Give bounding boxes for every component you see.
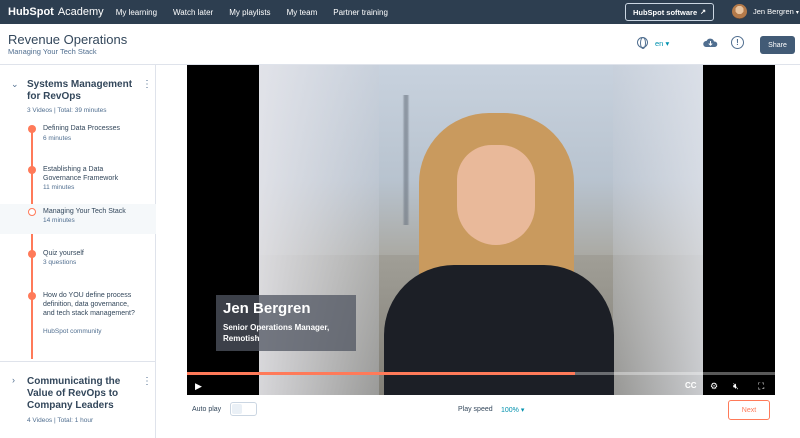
lesson-meta: 14 minutes <box>43 217 75 224</box>
hubspot-software-button[interactable]: HubSpot software ↗ <box>625 3 714 21</box>
lesson-item[interactable]: Establishing a Data Governance Framework… <box>0 161 156 201</box>
lesson-item[interactable]: Quiz yourself 3 questions <box>0 245 156 275</box>
chevron-right-icon[interactable]: › <box>12 375 15 385</box>
hubspot-academy-logo[interactable]: HubSpot Academy <box>8 6 104 18</box>
lesson-meta: 6 minutes <box>43 135 72 142</box>
chevron-down-icon: ▾ <box>520 407 525 414</box>
play-speed-value: 100% <box>501 407 519 414</box>
user-name: Jen Bergren <box>753 7 794 16</box>
logo-brand: HubSpot <box>8 6 54 18</box>
player-footer: Auto play Play speed 100% ▾ Next <box>187 398 775 422</box>
settings-hd-icon[interactable]: ⚙ <box>710 381 718 392</box>
section-meta: 4 Videos | Total: 1 hour <box>27 417 94 424</box>
completed-dot-icon <box>28 125 36 133</box>
nav-item-my-learning[interactable]: My learning <box>116 8 157 17</box>
chevron-down-icon[interactable]: ⌄ <box>11 79 19 90</box>
section-title[interactable]: Communicating the Value of RevOps to Com… <box>27 376 139 412</box>
lesson-item[interactable]: Defining Data Processes 6 minutes <box>0 120 156 154</box>
nav-item-partner-training[interactable]: Partner training <box>333 8 388 17</box>
lesson-title: Quiz yourself <box>43 250 84 257</box>
info-icon[interactable]: ! <box>731 36 744 49</box>
section-meta: 3 Videos | Total: 39 minutes <box>27 107 107 114</box>
lesson-title: Defining Data Processes <box>43 125 121 132</box>
closed-captions-icon[interactable]: CC <box>685 381 697 390</box>
lower-third-role: Senior Operations Manager, Remotish <box>223 323 330 343</box>
presenter-face <box>457 145 535 245</box>
course-sidebar: ⌄ Systems Management for RevOps ⋮ 3 Vide… <box>0 65 156 438</box>
course-header: Revenue Operations Managing Your Tech St… <box>0 24 800 65</box>
lower-third-name: Jen Bergren <box>223 300 311 317</box>
user-menu[interactable]: Jen Bergren ▾ <box>753 7 799 16</box>
lesson-title: Managing Your Tech Stack <box>43 208 126 215</box>
lesson-meta: HubSpot community <box>43 328 102 335</box>
play-icon[interactable]: ▶ <box>195 381 202 392</box>
top-nav: HubSpot Academy My learning Watch later … <box>0 0 800 24</box>
language-selector[interactable]: en ▾ <box>655 39 669 48</box>
globe-icon[interactable] <box>637 37 648 49</box>
lesson-title: How do YOU define process definition, da… <box>43 292 135 317</box>
presenter-body <box>384 265 614 395</box>
cloud-download-icon[interactable] <box>703 38 718 48</box>
section-title[interactable]: Systems Management for RevOps <box>27 79 139 103</box>
nav-item-my-playlists[interactable]: My playlists <box>229 8 270 17</box>
lesson-meta: 3 questions <box>43 259 77 266</box>
share-button[interactable]: Share <box>760 36 795 54</box>
logo-suffix: Academy <box>57 6 104 18</box>
lesson-meta: 11 minutes <box>43 184 75 191</box>
lesson-item-active[interactable]: Managing Your Tech Stack 14 minutes <box>0 204 156 234</box>
page-subtitle: Managing Your Tech Stack <box>8 47 97 56</box>
play-speed-select[interactable]: 100% ▾ <box>501 406 524 414</box>
mute-icon[interactable]: 🔇︎ <box>733 381 739 392</box>
lower-third: Jen Bergren Senior Operations Manager, R… <box>216 295 356 351</box>
video-player[interactable]: Jen Bergren Senior Operations Manager, R… <box>187 65 775 395</box>
chevron-down-icon: ▾ <box>795 10 799 16</box>
completed-dot-icon <box>28 250 36 258</box>
video-background-tower <box>394 95 418 225</box>
kebab-menu-icon[interactable]: ⋮ <box>142 80 152 90</box>
current-dot-icon <box>28 208 36 216</box>
lesson-title: Establishing a Data Governance Framework <box>43 166 119 182</box>
video-curtain <box>613 65 703 395</box>
nav-item-watch-later[interactable]: Watch later <box>173 8 213 17</box>
play-speed-label: Play speed <box>458 406 493 413</box>
nav-item-my-team[interactable]: My team <box>287 8 318 17</box>
autoplay-toggle[interactable] <box>230 402 257 416</box>
page-title: Revenue Operations <box>8 32 128 47</box>
video-progress-fill <box>187 372 576 375</box>
hubspot-software-label: HubSpot software <box>632 7 698 17</box>
language-value: en <box>655 39 664 48</box>
chevron-down-icon: ▾ <box>665 39 670 48</box>
fullscreen-icon[interactable]: ⛶ <box>758 381 764 392</box>
completed-dot-icon <box>28 166 36 174</box>
avatar[interactable] <box>732 4 747 19</box>
kebab-menu-icon[interactable]: ⋮ <box>142 377 152 387</box>
external-link-icon: ↗ <box>700 9 707 16</box>
video-progress-bar[interactable] <box>187 372 775 375</box>
completed-dot-icon <box>28 292 36 300</box>
section-divider <box>0 361 156 362</box>
next-button[interactable]: Next <box>728 400 770 420</box>
autoplay-label: Auto play <box>192 406 222 413</box>
lesson-item[interactable]: How do YOU define process definition, da… <box>0 287 156 347</box>
nav-items: My learning Watch later My playlists My … <box>116 8 404 17</box>
